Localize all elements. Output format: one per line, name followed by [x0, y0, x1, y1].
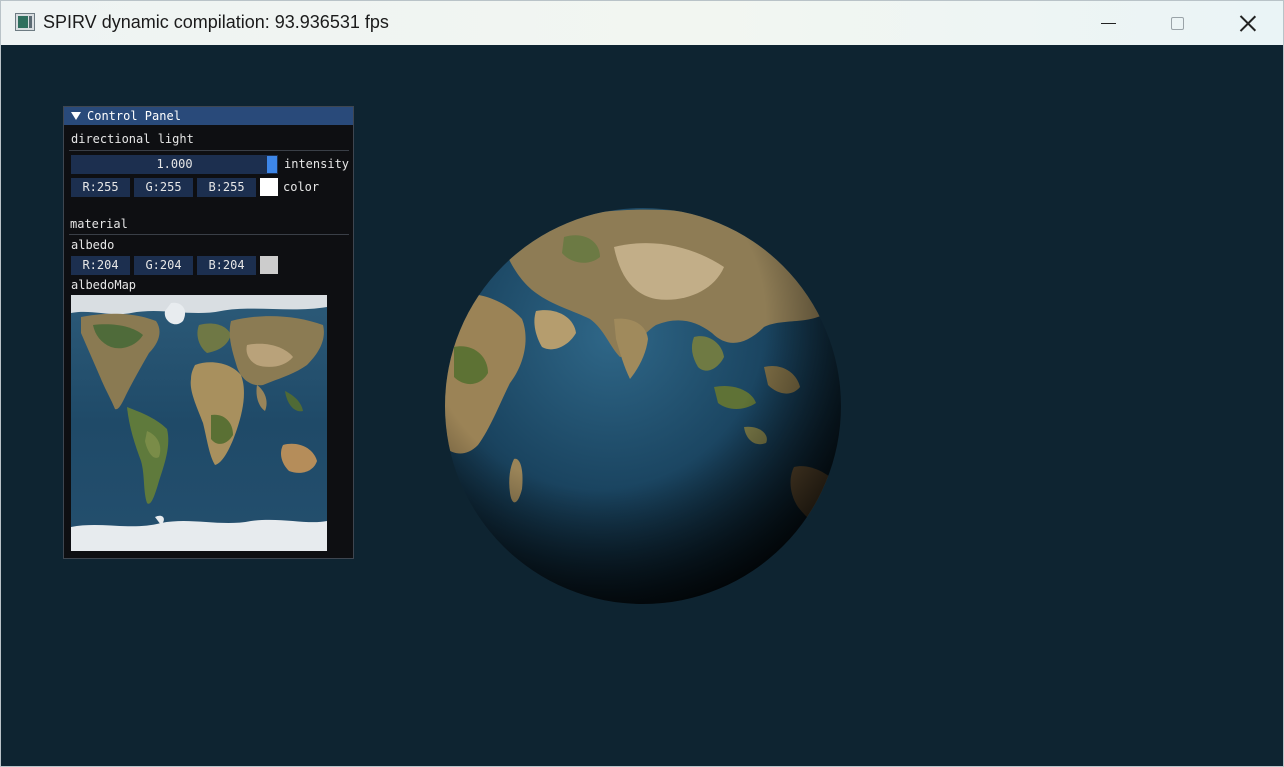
albedo-color-swatch[interactable]: [260, 256, 278, 274]
panel-title: Control Panel: [87, 109, 181, 123]
collapse-arrow-icon[interactable]: [71, 112, 81, 120]
light-color-g-field[interactable]: G:255: [134, 178, 193, 197]
maximize-icon: [1170, 16, 1184, 30]
close-button[interactable]: [1213, 1, 1283, 45]
world-map-image: [71, 295, 327, 551]
minimize-icon: [1100, 22, 1116, 24]
intensity-value: 1.000: [156, 157, 193, 171]
albedo-map-texture: [71, 295, 327, 551]
close-icon: [1240, 15, 1256, 31]
minimize-button[interactable]: [1073, 1, 1143, 45]
app-window: SPIRV dynamic compilation: 93.936531 fps…: [0, 0, 1284, 767]
window-title: SPIRV dynamic compilation: 93.936531 fps: [43, 12, 389, 32]
light-color-b-field[interactable]: B:255: [197, 178, 256, 197]
albedo-g-field[interactable]: G:204: [134, 256, 193, 275]
section-divider: [69, 150, 349, 151]
albedo-r-field[interactable]: R:204: [71, 256, 130, 275]
earth-globe-render[interactable]: [444, 207, 842, 605]
maximize-button[interactable]: [1142, 1, 1212, 45]
intensity-label: intensity: [284, 157, 350, 171]
light-color-label: color: [283, 180, 320, 194]
app-icon: [15, 13, 35, 31]
globe-svg: [445, 208, 841, 604]
intensity-slider[interactable]: 1.000: [71, 155, 278, 174]
section-divider: [69, 234, 349, 235]
albedo-b-field[interactable]: B:204: [197, 256, 256, 275]
title-bar[interactable]: SPIRV dynamic compilation: 93.936531 fps: [1, 1, 1283, 45]
albedo-label: albedo: [71, 238, 115, 252]
light-color-r-field[interactable]: R:255: [71, 178, 130, 197]
albedo-map-label: albedoMap: [71, 278, 137, 292]
material-heading: material: [70, 217, 128, 231]
directional-light-heading: directional light: [71, 132, 194, 146]
light-color-swatch[interactable]: [260, 178, 278, 196]
slider-grab-handle[interactable]: [267, 156, 277, 173]
panel-header[interactable]: Control Panel: [64, 107, 353, 125]
control-panel[interactable]: Control Panel directional light 1.000 in…: [63, 106, 354, 559]
